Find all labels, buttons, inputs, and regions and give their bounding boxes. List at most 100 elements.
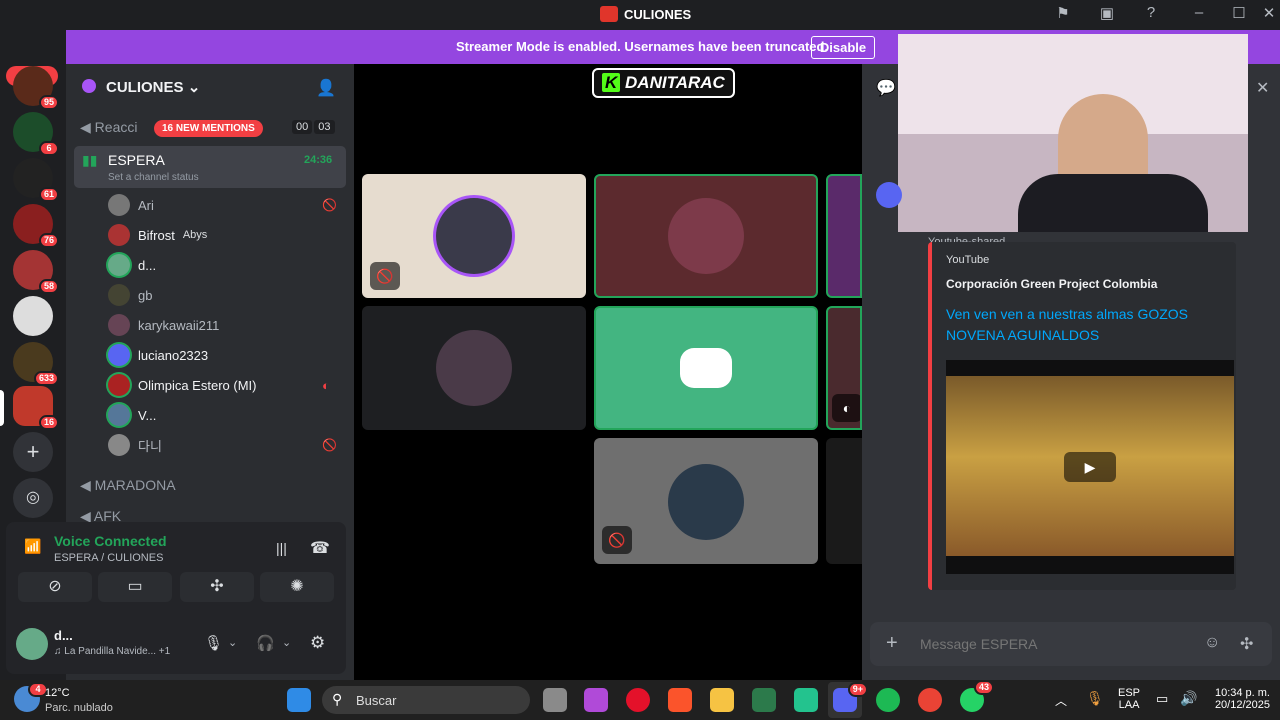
server-icon[interactable] (13, 296, 53, 336)
weather-desc[interactable]: Parc. nublado (45, 702, 113, 714)
channel-maradona[interactable]: ◀ MARADONA (80, 477, 176, 494)
embed-author[interactable]: Corporación Green Project Colombia (946, 277, 1157, 291)
member-row[interactable]: d... (108, 254, 156, 276)
language-indicator[interactable]: ESP LAA (1118, 687, 1140, 711)
server-icon[interactable]: 95 (13, 66, 59, 110)
spotify-icon[interactable] (876, 688, 900, 712)
inbox-flag-icon[interactable]: ⚑ (1052, 4, 1074, 24)
chevron-up-icon[interactable]: ︿ (1055, 692, 1067, 709)
help-icon[interactable]: ? (1140, 4, 1162, 24)
participant-tile-speaking[interactable] (594, 174, 818, 298)
channel-espera[interactable]: ▮▮ ESPERA 24:36 Set a channel status (74, 146, 346, 188)
server-name[interactable]: CULIONES ⌄ (106, 78, 200, 96)
member-row[interactable]: Bifrost Abys (108, 224, 207, 246)
maximize-icon[interactable]: ☐ (1228, 4, 1250, 24)
channel-reacci[interactable]: ◀ Reacci (80, 119, 137, 136)
channel-afk[interactable]: ◀ AFK (80, 508, 121, 522)
activities-button[interactable]: ✣ (180, 572, 254, 602)
embed-provider[interactable]: YouTube (946, 254, 989, 266)
member-row[interactable]: luciano2323 (108, 344, 208, 366)
participant-tile-partial[interactable]: ◐ (826, 306, 862, 430)
clock[interactable]: 10:34 p. m. 20/12/2025 (1208, 687, 1270, 711)
apps-icon[interactable]: ✣ (1240, 634, 1253, 654)
title-bar: CULIONES ⚑ ▣ ? – ☐ ✕ (0, 0, 1280, 28)
channel-status-hint[interactable]: Set a channel status (108, 172, 199, 183)
message-composer: + ☺ ✣ (870, 622, 1272, 666)
message-avatar[interactable] (876, 182, 902, 208)
m365-icon[interactable] (584, 688, 608, 712)
new-mentions-pill[interactable]: 16 NEW MENTIONS (154, 120, 263, 137)
brave-icon[interactable] (668, 688, 692, 712)
invite-icon[interactable]: 👤 (316, 78, 336, 98)
participant-tile[interactable]: 🚫 (362, 174, 586, 298)
volume-icon[interactable]: 🔊 (1180, 690, 1197, 707)
share-screen-button[interactable]: ▭ (98, 572, 172, 602)
streamer-mode-icon[interactable]: ▣ (1096, 4, 1118, 24)
whatsapp-icon[interactable]: 43 (960, 680, 994, 712)
participant-tile[interactable]: 🚫 (594, 438, 818, 564)
channel-name: ESPERA (108, 152, 165, 168)
headphones-icon[interactable]: 🎧 (256, 634, 275, 652)
soundboard-button[interactable]: ✺ (260, 572, 334, 602)
signal-icon[interactable]: 📶 (24, 538, 41, 555)
app-icon[interactable] (752, 688, 776, 712)
disable-button[interactable]: Disable (811, 36, 875, 59)
voice-status[interactable]: Voice Connected (54, 533, 167, 549)
chrome-icon[interactable] (918, 688, 942, 712)
discord-task-active[interactable]: 9+ (828, 682, 868, 718)
opera-icon[interactable] (626, 688, 650, 712)
server-icon[interactable]: 633 (13, 342, 59, 386)
microphone-icon[interactable]: 🎙 (204, 634, 223, 652)
speaker-icon: ◀ (80, 119, 91, 135)
member-row[interactable]: gb (108, 284, 152, 306)
weather-temp[interactable]: 12°C (45, 687, 70, 699)
user-name[interactable]: d... (54, 628, 73, 643)
close-window-icon[interactable]: ✕ (1258, 4, 1280, 24)
task-view-icon[interactable] (543, 688, 567, 712)
voice-location[interactable]: ESPERA / CULIONES (54, 552, 163, 564)
participant-tile[interactable] (362, 306, 586, 430)
server-icon[interactable]: 76 (13, 204, 59, 248)
member-row[interactable]: V... (108, 404, 156, 426)
embed-title-link[interactable]: Ven ven ven a nuestras almas GOZOS NOVEN… (946, 304, 1216, 346)
microphone-icon[interactable]: 🎙 (1086, 690, 1104, 707)
video-thumbnail[interactable]: ▶ (946, 360, 1234, 574)
chat-bubble-icon[interactable]: 💬 (876, 78, 896, 98)
participant-tile-partial[interactable] (826, 174, 862, 298)
member-row[interactable]: Olimpica Estero (MI) (108, 374, 256, 396)
app-icon[interactable] (794, 688, 818, 712)
message-input[interactable] (920, 632, 1170, 656)
play-icon[interactable]: ▶ (1064, 452, 1116, 482)
settings-gear-icon[interactable]: ⚙ (310, 633, 325, 653)
discover-icon[interactable]: ◎ (13, 478, 53, 518)
server-icon[interactable]: 6 (13, 112, 59, 156)
deafened-icon: ◐ (322, 378, 330, 393)
server-icon[interactable]: 61 (13, 158, 59, 202)
emoji-icon[interactable]: ☺ (1204, 634, 1220, 652)
add-attachment-icon[interactable]: + (886, 632, 898, 655)
windows-start-icon[interactable] (287, 688, 311, 712)
user-avatar[interactable] (16, 628, 48, 660)
chevron-down-icon[interactable]: ⌄ (282, 636, 291, 649)
server-icon[interactable]: 58 (13, 250, 59, 294)
member-row[interactable]: Ari (108, 194, 154, 216)
search-box[interactable]: ⚲ Buscar (322, 686, 530, 714)
noise-suppression-icon[interactable]: ||| (276, 540, 287, 556)
file-explorer-icon[interactable] (710, 688, 734, 712)
member-row[interactable]: karykawaii211 (108, 314, 219, 336)
participant-tile-speaking[interactable] (594, 306, 818, 430)
server-badge: 76 (38, 233, 59, 248)
member-row[interactable]: 다니 (108, 434, 162, 456)
camera-off-button[interactable]: ⊘ (18, 572, 92, 602)
add-server-icon[interactable]: + (13, 432, 53, 472)
server-icon-active[interactable]: 16 (13, 386, 59, 430)
weather-icon[interactable]: 4 (14, 682, 48, 712)
muted-mic-icon: 🚫 (602, 526, 632, 554)
network-icon[interactable]: ▭ (1156, 691, 1168, 707)
chevron-down-icon[interactable]: ⌄ (228, 636, 237, 649)
member-tag: Abys (182, 229, 208, 241)
minimize-icon[interactable]: – (1188, 4, 1210, 24)
close-chat-icon[interactable]: ✕ (1256, 78, 1269, 98)
participant-tile-partial[interactable] (826, 438, 862, 564)
disconnect-icon[interactable]: ☎ (310, 538, 330, 558)
